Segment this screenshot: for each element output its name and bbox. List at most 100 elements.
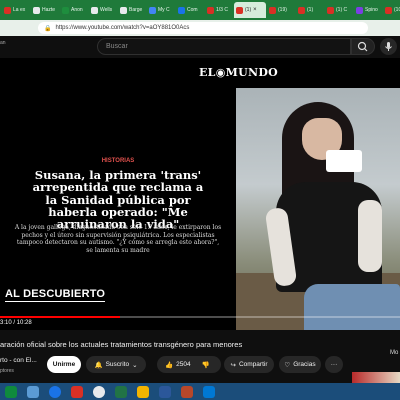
tab-label: 1/3 C [216, 7, 228, 13]
lock-icon: 🔒 [44, 25, 52, 32]
time-display: 3:10 / 10:28 [0, 320, 32, 326]
like-button[interactable]: 👍 2504 👎 [157, 356, 221, 373]
share-label: Compartir [238, 361, 268, 368]
subscribed-label: Suscrito [105, 361, 130, 368]
browser-tab[interactable]: (10) [383, 2, 400, 18]
search-input[interactable]: Buscar [97, 38, 351, 55]
tab-favicon-icon [149, 6, 156, 14]
section-label: HISTORIAS [101, 158, 135, 164]
channel-name[interactable]: rto - con El... [0, 357, 37, 364]
browser-tab[interactable]: Spino [354, 2, 382, 18]
subscriber-count: ptores [0, 368, 14, 374]
url-field[interactable]: 🔒 https://www.youtube.com/watch?v=aOY881… [38, 22, 368, 34]
share-icon: ↪ [230, 361, 236, 369]
browser-tab[interactable]: Com [176, 2, 204, 18]
search-button[interactable] [351, 38, 375, 55]
url-text: https://www.youtube.com/watch?v=aOY881O0… [55, 25, 190, 31]
microphone-button[interactable] [380, 38, 397, 55]
more-label: ··· [330, 361, 338, 368]
tab-favicon-icon [385, 6, 392, 14]
tab-favicon-icon [327, 6, 334, 14]
browser-tab[interactable]: 1/3 C [205, 2, 233, 18]
tab-favicon-icon [207, 6, 214, 14]
presentation-icon[interactable] [181, 385, 193, 398]
video-player[interactable]: EL◉MUNDO HISTORIAS Susana, la primera 't… [0, 58, 400, 330]
browser-tab[interactable]: (1) C [325, 2, 353, 18]
share-button[interactable]: ↪ Compartir [224, 356, 274, 373]
browser-tab[interactable]: (19) [267, 2, 295, 18]
os-taskbar [0, 383, 400, 400]
video-lead: A la joven gallega, diagnosticada con só… [14, 224, 222, 254]
video-photo [236, 88, 400, 330]
document-icon[interactable] [159, 385, 171, 398]
photo-sleeve-right [358, 200, 382, 272]
tab-label: (1) [307, 7, 314, 13]
browser-tab[interactable]: Anon [60, 2, 88, 18]
join-label: Unirme [52, 361, 76, 368]
video-headline: Susana, la primera 'trans' arrepentida q… [32, 168, 204, 232]
tab-label: (19) [278, 7, 287, 13]
browser-tab[interactable]: My C [147, 2, 175, 18]
microphone-icon [385, 42, 392, 51]
tab-favicon-icon [269, 6, 276, 14]
thanks-label: Gracias [293, 361, 316, 368]
tab-favicon-icon [62, 6, 69, 14]
tab-label: My C [158, 7, 170, 13]
tab-favicon-icon [4, 6, 11, 14]
spreadsheet-icon[interactable] [115, 385, 127, 398]
left-partial-label: an [0, 40, 6, 46]
address-bar-row: ← → ↻ 🔒 https://www.youtube.com/watch?v=… [0, 20, 400, 51]
chrome-icon[interactable] [93, 385, 105, 398]
chevron-down-icon: ⌄ [132, 361, 138, 369]
subscribed-button[interactable]: 🔔 Suscrito ⌄ [86, 356, 146, 373]
program-brand: AL DESCUBIERTO [5, 288, 106, 302]
media-icon[interactable] [71, 385, 83, 398]
like-count: 2504 [176, 361, 191, 368]
tab-label: (1) [245, 7, 252, 13]
close-tab-icon[interactable]: × [253, 7, 257, 13]
sidebar-partial-label: Mo [390, 350, 399, 356]
tab-favicon-icon [298, 6, 305, 14]
tab-favicon-icon [120, 6, 127, 14]
browser-tab-strip: La ex Hazte Anon Wells Barge My C Com 1/3 C (1) ×… [0, 0, 400, 20]
join-button[interactable]: Unirme [47, 356, 81, 373]
store-icon[interactable] [203, 385, 215, 398]
tab-label: Wells [100, 7, 113, 13]
tab-label: La ex [13, 7, 26, 13]
tab-favicon-icon [33, 6, 40, 14]
tab-label: Hazte [42, 7, 56, 13]
video-title: aración oficial sobre los actuales trata… [0, 340, 243, 349]
thanks-button[interactable]: ♡ Gracias [279, 356, 321, 373]
search-icon [357, 41, 368, 52]
tab-favicon-icon [356, 6, 363, 14]
tab-label: Barge [129, 7, 143, 13]
thanks-icon: ♡ [284, 361, 291, 369]
progress-played [0, 316, 120, 318]
tab-label: (10) [394, 7, 400, 13]
browser-tab[interactable]: Barge [118, 2, 146, 18]
photo-jeans [304, 284, 400, 330]
newspaper-logo: EL◉MUNDO [199, 66, 279, 79]
thumbs-up-icon: 👍 [165, 361, 174, 369]
browser-tab[interactable]: (1) × [234, 2, 266, 18]
thumbs-down-icon: 👎 [201, 361, 210, 369]
tab-label: Com [187, 7, 198, 13]
browser-tab[interactable]: (1) [296, 2, 324, 18]
mail-icon[interactable] [27, 385, 39, 398]
tab-label: (1) C [336, 7, 348, 13]
browser-tab[interactable]: La ex [2, 2, 30, 18]
progress-bar[interactable] [0, 316, 400, 318]
browser-icon[interactable] [49, 385, 61, 398]
browser-tab[interactable]: Wells [89, 2, 117, 18]
file-explorer-icon[interactable] [5, 385, 17, 398]
bell-icon: 🔔 [94, 361, 103, 369]
tab-favicon-icon [91, 6, 98, 14]
tab-favicon-icon [236, 6, 243, 14]
notes-icon[interactable] [137, 385, 149, 398]
face-blur-box [326, 150, 362, 172]
more-actions-button[interactable]: ··· [325, 356, 343, 373]
tab-favicon-icon [178, 6, 185, 14]
tab-label: Anon [71, 7, 83, 13]
tab-label: Spino [365, 7, 378, 13]
browser-tab[interactable]: Hazte [31, 2, 59, 18]
